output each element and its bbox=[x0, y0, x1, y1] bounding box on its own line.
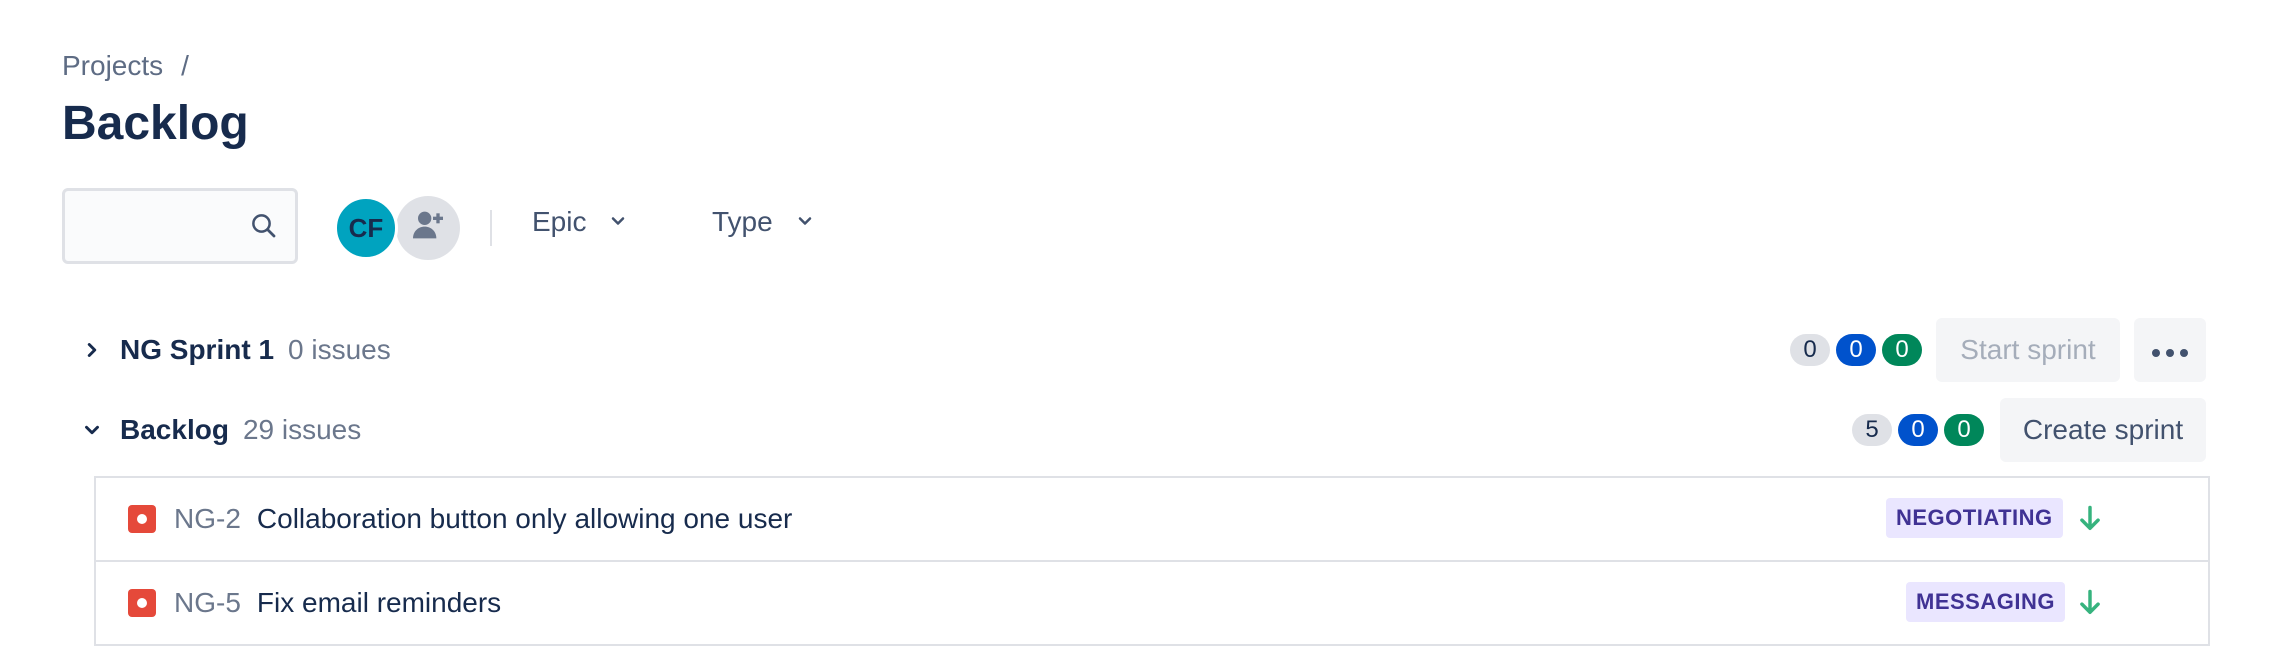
issue-key[interactable]: NG-5 bbox=[174, 587, 241, 619]
issue-list: NG-2 Collaboration button only allowing … bbox=[94, 476, 2210, 646]
issue-row[interactable]: NG-5 Fix email reminders MESSAGING bbox=[96, 562, 2208, 646]
breadcrumb-projects-link[interactable]: Projects bbox=[62, 50, 163, 82]
backlog-header: Backlog 29 issues 5 0 0 Create sprint bbox=[78, 398, 2206, 462]
chevron-down-icon bbox=[795, 206, 815, 238]
backlog-name[interactable]: Backlog bbox=[120, 414, 229, 446]
in-progress-count-badge: 0 bbox=[1898, 414, 1938, 446]
todo-count-badge: 0 bbox=[1790, 334, 1830, 366]
breadcrumb: Projects / bbox=[62, 50, 189, 82]
avatar[interactable]: CF bbox=[334, 196, 398, 260]
chevron-right-icon[interactable] bbox=[78, 336, 106, 364]
start-sprint-button[interactable]: Start sprint bbox=[1936, 318, 2120, 382]
in-progress-count-badge: 0 bbox=[1836, 334, 1876, 366]
more-icon bbox=[2150, 334, 2190, 366]
sprint-issue-count: 0 issues bbox=[288, 334, 391, 365]
page-title: Backlog bbox=[62, 97, 249, 150]
add-people-button[interactable] bbox=[396, 196, 460, 260]
search-icon bbox=[249, 211, 279, 246]
chevron-down-icon bbox=[608, 206, 628, 238]
type-filter[interactable]: Type bbox=[712, 206, 815, 238]
add-person-icon bbox=[408, 205, 448, 252]
more-actions-button[interactable] bbox=[2134, 318, 2206, 382]
todo-count-badge: 5 bbox=[1852, 414, 1892, 446]
epic-filter[interactable]: Epic bbox=[532, 206, 628, 238]
priority-low-icon bbox=[2076, 588, 2104, 623]
epic-lozenge[interactable]: MESSAGING bbox=[1906, 582, 2065, 622]
epic-lozenge[interactable]: NEGOTIATING bbox=[1886, 498, 2063, 538]
sprint-header: NG Sprint 1 0 issues 0 0 0 Start sprint bbox=[78, 318, 2206, 382]
backlog-status-counts: 5 0 0 bbox=[1852, 414, 1984, 446]
backlog-issue-count: 29 issues bbox=[242, 414, 362, 445]
bug-icon bbox=[128, 589, 156, 617]
breadcrumb-separator: / bbox=[181, 50, 189, 81]
issue-summary: Collaboration button only allowing one u… bbox=[256, 503, 793, 534]
issue-row[interactable]: NG-2 Collaboration button only allowing … bbox=[96, 478, 2208, 562]
sprint-name[interactable]: NG Sprint 1 bbox=[120, 334, 274, 366]
priority-low-icon bbox=[2076, 504, 2104, 539]
sprint-status-counts: 0 0 0 bbox=[1790, 334, 1922, 366]
bug-icon bbox=[128, 505, 156, 533]
chevron-down-icon[interactable] bbox=[78, 416, 106, 444]
create-sprint-button[interactable]: Create sprint bbox=[2000, 398, 2206, 462]
start-sprint-label: Start sprint bbox=[1960, 334, 2096, 365]
create-sprint-label: Create sprint bbox=[2022, 414, 2184, 445]
epic-filter-label: Epic bbox=[532, 206, 587, 237]
issue-summary: Fix email reminders bbox=[256, 587, 502, 618]
type-filter-label: Type bbox=[712, 206, 773, 237]
avatar-initials: CF bbox=[348, 212, 384, 243]
done-count-badge: 0 bbox=[1882, 334, 1922, 366]
issue-key[interactable]: NG-2 bbox=[174, 503, 241, 535]
toolbar-divider bbox=[490, 210, 492, 246]
search-input[interactable] bbox=[65, 191, 251, 263]
done-count-badge: 0 bbox=[1944, 414, 1984, 446]
search-box[interactable] bbox=[62, 188, 298, 264]
